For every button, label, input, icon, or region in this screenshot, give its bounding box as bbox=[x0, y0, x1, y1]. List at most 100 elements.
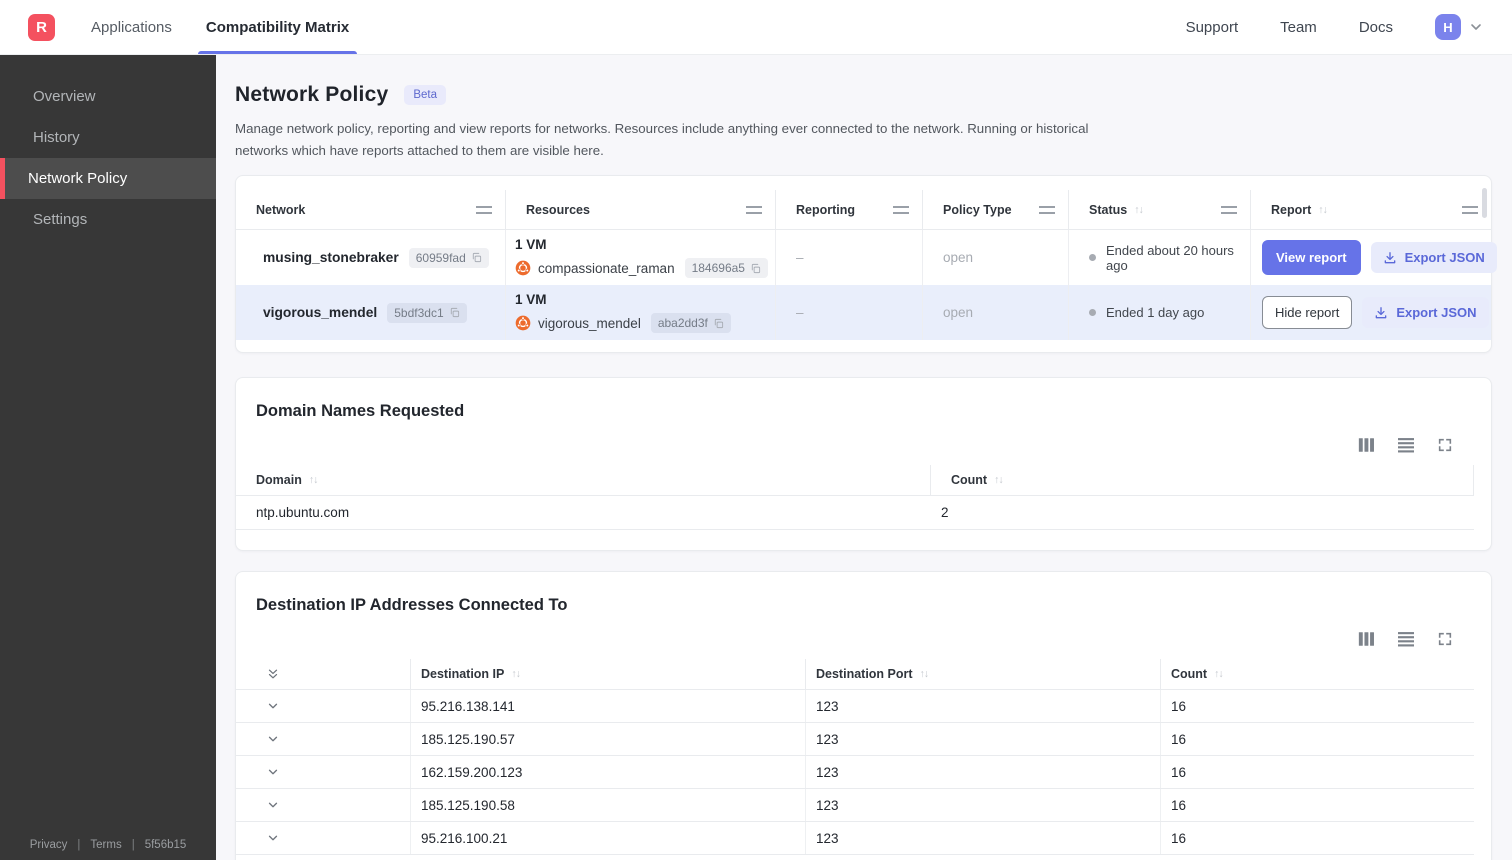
column-resize-handle-icon[interactable] bbox=[746, 205, 762, 214]
column-resize-handle-icon[interactable] bbox=[1039, 205, 1055, 214]
sidebar-item-network-policy[interactable]: Network Policy bbox=[0, 158, 216, 199]
row-density-icon[interactable] bbox=[1397, 437, 1415, 453]
reporting-cell: – bbox=[776, 230, 923, 286]
copy-icon[interactable] bbox=[449, 307, 460, 318]
column-header-domain[interactable]: Domain bbox=[236, 465, 931, 495]
docs-link[interactable]: Docs bbox=[1359, 19, 1393, 36]
column-label: Status bbox=[1089, 202, 1128, 217]
column-label: Destination IP bbox=[421, 667, 505, 682]
sidebar-item-settings[interactable]: Settings bbox=[0, 199, 216, 240]
sidebar: Overview History Network Policy Settings… bbox=[0, 55, 216, 860]
sort-icon[interactable] bbox=[1318, 204, 1327, 216]
destination-ips-table-header: Destination IP Destination Port Count bbox=[236, 659, 1474, 691]
resource-name[interactable]: vigorous_mendel bbox=[538, 316, 641, 331]
column-label: Report bbox=[1271, 202, 1312, 217]
network-row[interactable]: vigorous_mendel 5bdf3dc1 1 VM vigorous_m… bbox=[236, 285, 1491, 341]
domain-row[interactable]: ntp.ubuntu.com 2 bbox=[236, 496, 1474, 531]
column-header-policy-type[interactable]: Policy Type bbox=[923, 190, 1069, 230]
column-label: Domain bbox=[256, 473, 302, 488]
destination-ip-cell: 95.216.100.21 bbox=[410, 822, 806, 855]
top-navbar: R Applications Compatibility Matrix Supp… bbox=[0, 0, 1512, 55]
ip-row[interactable]: 95.216.138.141 123 16 bbox=[236, 690, 1474, 724]
vm-os-icon bbox=[515, 315, 531, 331]
avatar[interactable]: H bbox=[1435, 14, 1461, 40]
row-density-icon[interactable] bbox=[1397, 631, 1415, 647]
sidebar-item-overview[interactable]: Overview bbox=[0, 76, 216, 117]
terms-link[interactable]: Terms bbox=[90, 839, 121, 851]
sort-icon[interactable] bbox=[994, 474, 1003, 486]
double-chevron-down-icon[interactable] bbox=[266, 667, 280, 681]
chevron-down-icon[interactable] bbox=[266, 831, 280, 845]
chevron-down-icon[interactable] bbox=[266, 699, 280, 713]
tab-applications[interactable]: Applications bbox=[83, 0, 180, 54]
column-resize-handle-icon[interactable] bbox=[893, 205, 909, 214]
hide-report-button[interactable]: Hide report bbox=[1262, 296, 1353, 330]
tab-compatibility-matrix[interactable]: Compatibility Matrix bbox=[197, 0, 358, 54]
ip-row[interactable]: 185.125.190.57 123 16 bbox=[236, 723, 1474, 757]
table-scrollbar[interactable] bbox=[1482, 188, 1487, 219]
count-cell: 16 bbox=[1160, 690, 1474, 723]
sort-icon[interactable] bbox=[1134, 204, 1143, 216]
domain-names-card: Domain Names Requested Domain ↑↓ Count ↑… bbox=[235, 377, 1492, 552]
export-json-button[interactable]: Export JSON bbox=[1370, 242, 1497, 274]
privacy-link[interactable]: Privacy bbox=[30, 839, 68, 851]
export-json-button[interactable]: Export JSON bbox=[1362, 297, 1489, 329]
view-report-button[interactable]: View report bbox=[1262, 240, 1361, 276]
network-row[interactable]: musing_stonebraker 60959fad 1 VM compass… bbox=[236, 230, 1497, 286]
column-header-network[interactable]: Network bbox=[236, 190, 506, 230]
column-label: Count bbox=[951, 473, 988, 488]
column-header-resources[interactable]: Resources bbox=[506, 190, 776, 230]
column-header-reporting[interactable]: Reporting bbox=[776, 190, 923, 230]
copy-icon[interactable] bbox=[713, 318, 724, 329]
resource-id-badge[interactable]: aba2dd3f bbox=[650, 313, 731, 334]
app-logo[interactable]: R bbox=[28, 13, 55, 41]
ip-row[interactable]: 95.216.100.21 123 16 bbox=[236, 822, 1474, 856]
sort-icon[interactable] bbox=[309, 474, 318, 486]
column-header-status[interactable]: Status bbox=[1069, 190, 1251, 230]
network-cell: musing_stonebraker 60959fad bbox=[236, 230, 506, 286]
status-text: Ended about 20 hours ago bbox=[1106, 242, 1234, 273]
destination-ips-table: Destination IP Destination Port Count 95… bbox=[236, 659, 1474, 856]
network-id-badge[interactable]: 60959fad bbox=[408, 247, 489, 268]
build-hash: 5f56b15 bbox=[144, 839, 187, 851]
column-header-expand-all[interactable] bbox=[236, 659, 411, 689]
sort-icon[interactable] bbox=[1214, 668, 1223, 680]
sidebar-item-history[interactable]: History bbox=[0, 117, 216, 158]
ip-row[interactable]: 162.159.200.123 123 16 bbox=[236, 756, 1474, 790]
resource-id-badge[interactable]: 184696a5 bbox=[684, 258, 768, 279]
reporting-cell: – bbox=[776, 285, 923, 341]
chevron-down-icon[interactable] bbox=[266, 798, 280, 812]
fullscreen-icon[interactable] bbox=[1437, 437, 1453, 453]
columns-icon[interactable] bbox=[1358, 437, 1375, 453]
resource-id: 184696a5 bbox=[691, 261, 745, 276]
download-icon bbox=[1375, 306, 1387, 318]
column-header-report[interactable]: Report bbox=[1251, 190, 1491, 229]
column-header-destination-ip[interactable]: Destination IP bbox=[410, 659, 806, 690]
count-cell: 2 bbox=[941, 505, 949, 521]
chevron-down-icon[interactable] bbox=[266, 732, 280, 746]
sidebar-footer: Privacy | Terms | 5f56b15 bbox=[0, 839, 216, 851]
sort-icon[interactable] bbox=[511, 668, 520, 680]
copy-icon[interactable] bbox=[750, 263, 761, 274]
column-header-destination-port[interactable]: Destination Port bbox=[805, 659, 1161, 690]
fullscreen-icon[interactable] bbox=[1437, 631, 1453, 647]
sort-icon[interactable] bbox=[920, 668, 929, 680]
chevron-down-icon[interactable] bbox=[266, 765, 280, 779]
column-header-count[interactable]: Count bbox=[930, 465, 1474, 496]
column-resize-handle-icon[interactable] bbox=[476, 205, 492, 214]
column-resize-handle-icon[interactable] bbox=[1462, 205, 1478, 214]
destination-port-cell: 123 bbox=[805, 822, 1161, 855]
resource-name[interactable]: compassionate_raman bbox=[538, 261, 675, 276]
ip-row[interactable]: 185.125.190.58 123 16 bbox=[236, 789, 1474, 823]
network-id-badge[interactable]: 5bdf3dc1 bbox=[387, 302, 467, 323]
user-menu[interactable]: H bbox=[1435, 14, 1484, 40]
support-link[interactable]: Support bbox=[1186, 19, 1239, 36]
columns-icon[interactable] bbox=[1358, 631, 1375, 647]
column-label: Count bbox=[1171, 667, 1208, 682]
copy-icon[interactable] bbox=[471, 252, 482, 263]
beta-badge: Beta bbox=[404, 85, 447, 105]
team-link[interactable]: Team bbox=[1280, 19, 1317, 36]
column-header-count[interactable]: Count bbox=[1160, 659, 1474, 690]
column-resize-handle-icon[interactable] bbox=[1221, 205, 1237, 214]
resources-summary: 1 VM bbox=[515, 292, 547, 308]
